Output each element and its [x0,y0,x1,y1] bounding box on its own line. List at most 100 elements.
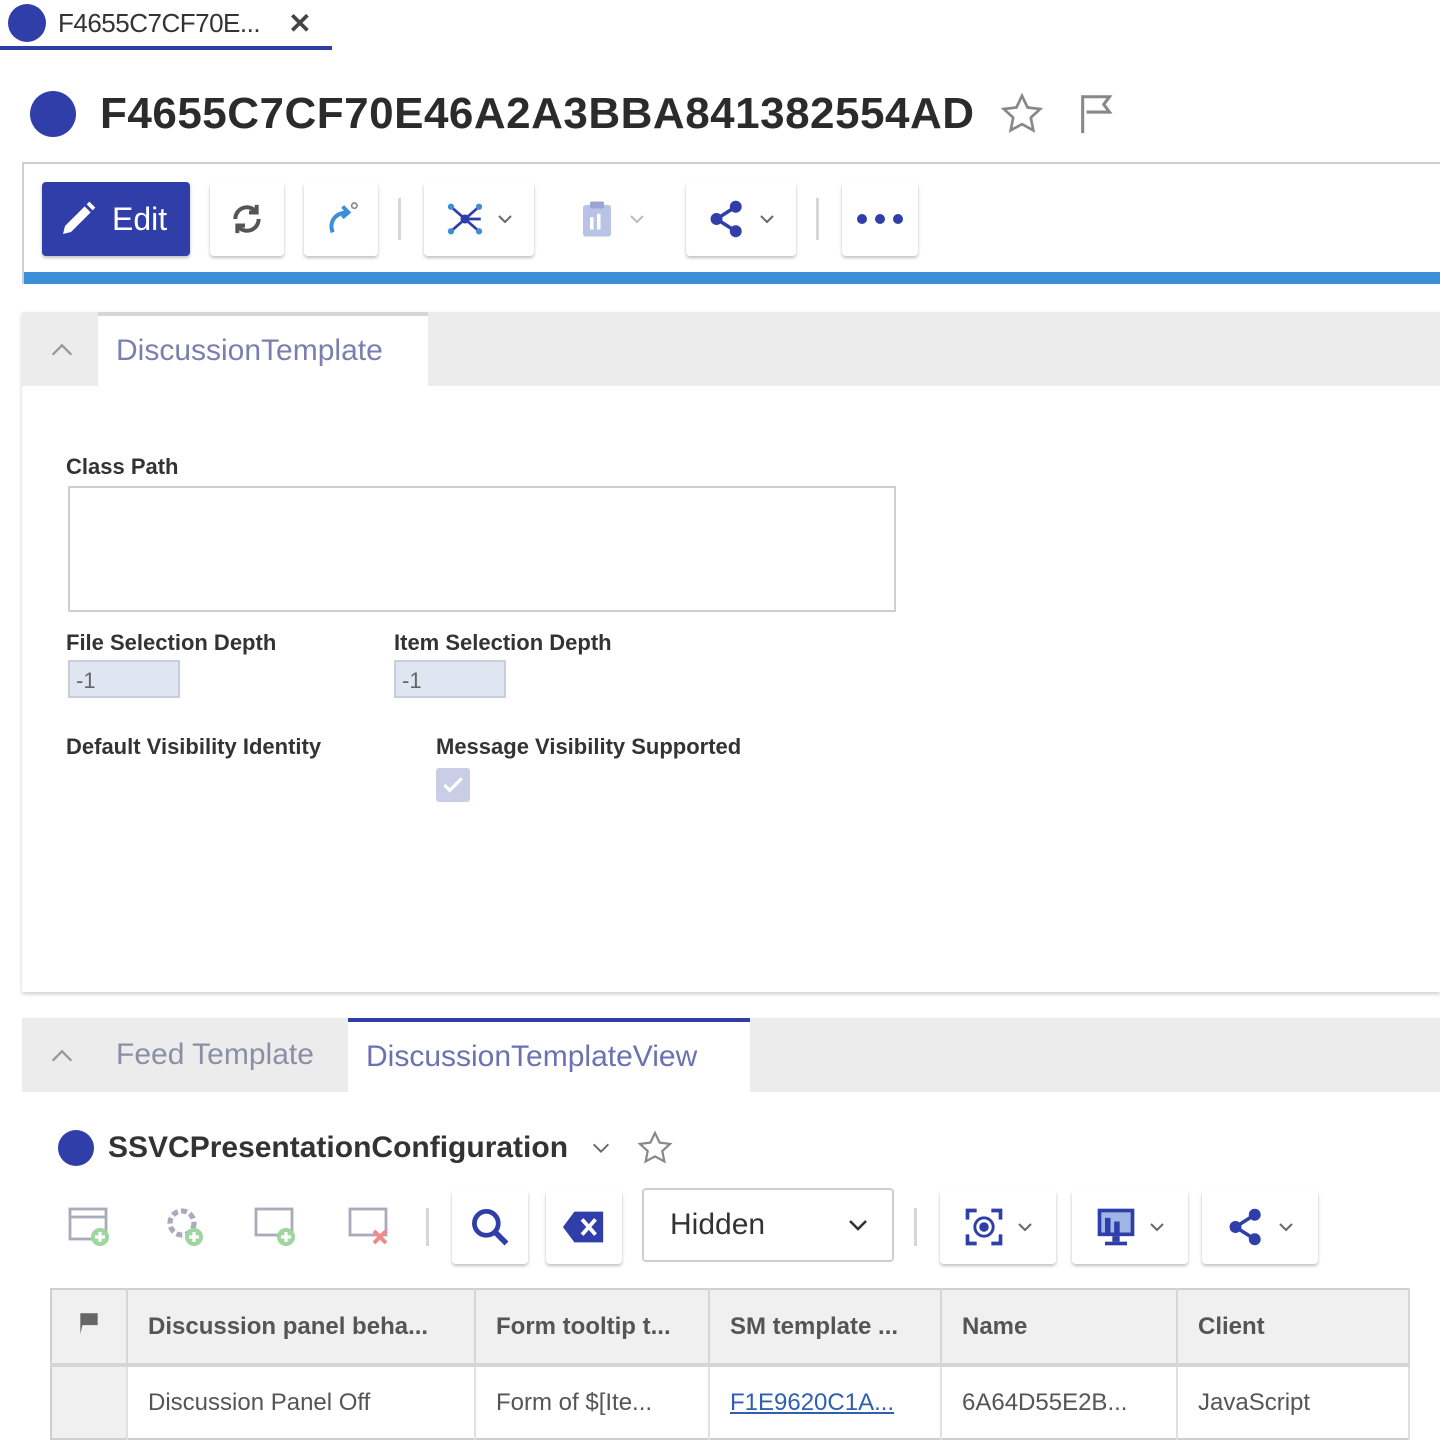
column-header[interactable]: Client [1177,1289,1410,1367]
toolbar-accent-bar [24,272,1440,284]
chevron-down-icon [849,1220,867,1231]
table-title: SSVCPresentationConfiguration [108,1131,569,1164]
network-icon [447,203,483,235]
item-selection-depth-label: Item Selection Depth [394,630,612,655]
relations-menu-button[interactable] [424,182,534,256]
column-header[interactable]: Name [941,1289,1178,1367]
file-selection-depth-label: File Selection Depth [66,630,277,655]
checkmark-icon [443,777,463,793]
gear-add-icon [167,1208,203,1246]
pencil-icon [63,201,96,234]
chevron-down-icon[interactable] [590,1137,612,1159]
add-window-icon [254,1207,295,1246]
redo-button[interactable] [304,182,378,256]
monitor-icon [1097,1208,1135,1246]
chevron-down-icon [1018,1223,1032,1232]
configuration-table: Discussion panel beha... Form tooltip t.… [50,1288,1410,1440]
tab-discussion-template-view[interactable]: DiscussionTemplateView [348,1018,750,1092]
tab-discussion-template[interactable]: DiscussionTemplate [98,312,428,386]
toolbar-separator [426,1208,429,1246]
table-cell: Form of $[Ite... [475,1365,710,1439]
object-type-icon [58,1130,94,1166]
file-selection-depth-field[interactable]: -1 [68,660,180,698]
refresh-icon [233,204,261,234]
tab-feed-template[interactable]: Feed Template [98,1018,332,1092]
table-cell-link[interactable]: F1E9620C1A... [709,1365,942,1439]
add-row-button[interactable] [58,1190,122,1260]
chevron-down-icon [630,215,644,224]
document-tab[interactable]: F4655C7CF70E... ✕ [0,0,332,50]
tab-label: Feed Template [116,1038,314,1071]
edit-button-label: Edit [112,200,168,237]
search-button[interactable] [452,1190,528,1264]
table-cell: JavaScript [1177,1365,1410,1439]
share-menu-button[interactable] [1202,1190,1318,1264]
chevron-up-icon[interactable] [48,1042,76,1070]
flag-column-header[interactable] [51,1289,128,1367]
tab-label: DiscussionTemplate [116,334,383,367]
column-header[interactable]: SM template ... [709,1289,942,1367]
capture-menu-button[interactable] [940,1190,1056,1264]
chevron-down-icon [760,215,774,224]
feed-template-panel: Feed Template DiscussionTemplateView SSV… [22,1018,1440,1455]
item-selection-depth-field[interactable]: -1 [394,660,506,698]
column-header[interactable]: Form tooltip t... [475,1289,710,1367]
curved-arrow-icon [329,202,358,234]
table-row[interactable]: Discussion Panel Off Form of $[Ite... F1… [51,1365,1410,1439]
class-path-field[interactable] [68,486,896,612]
search-icon [472,1209,509,1246]
clipboard-menu-button[interactable] [556,182,666,256]
object-type-icon [8,4,46,42]
table-header: SSVCPresentationConfiguration [58,1126,674,1170]
class-path-label: Class Path [66,454,179,479]
chevron-down-icon [1279,1223,1293,1232]
backspace-icon [562,1211,604,1243]
table-cell: 6A64D55E2B... [941,1365,1178,1439]
more-options-button[interactable] [842,182,918,256]
chevron-up-icon[interactable] [48,336,76,364]
page-header: F4655C7CF70E46A2A3BBA841382554AD [30,84,1121,144]
favorite-star-icon[interactable] [636,1129,674,1167]
column-header[interactable]: Discussion panel beha... [127,1289,476,1367]
edit-button[interactable]: Edit [42,182,190,256]
share-icon [710,200,742,238]
close-icon[interactable]: ✕ [288,7,311,40]
message-visibility-checkbox[interactable] [436,768,470,802]
discussion-template-panel: DiscussionTemplate Class Path File Selec… [22,312,1440,992]
section-tab-bar: Feed Template DiscussionTemplateView [22,1018,1440,1092]
add-config-button[interactable] [152,1190,216,1260]
toolbar-separator [816,198,819,240]
toolbar-separator [914,1208,917,1246]
main-toolbar: Edit [22,162,1440,284]
chevron-down-icon [1150,1223,1164,1232]
more-horizontal-icon [857,214,903,224]
delete-row-button[interactable] [338,1190,402,1260]
share-menu-button[interactable] [686,182,796,256]
add-table-icon [68,1207,109,1246]
focus-target-icon [965,1208,1003,1246]
visibility-filter-select[interactable]: Hidden [642,1188,894,1262]
refresh-button[interactable] [210,182,284,256]
document-tab-title: F4655C7CF70E... [58,7,261,38]
delete-window-icon [348,1207,388,1245]
clipboard-icon [583,201,611,237]
toolbar-separator [398,198,401,240]
share-icon [1229,1208,1261,1246]
table-cell: Discussion Panel Off [127,1365,476,1439]
favorite-star-icon[interactable] [999,91,1045,137]
default-visibility-identity-label: Default Visibility Identity [66,734,322,759]
flag-icon[interactable] [1075,91,1121,137]
display-menu-button[interactable] [1072,1190,1188,1264]
flag-icon [80,1313,98,1334]
visibility-filter-value: Hidden [670,1208,766,1241]
section-tab-bar: DiscussionTemplate [22,312,1440,386]
message-visibility-supported-label: Message Visibility Supported [436,734,742,759]
chevron-down-icon [498,215,512,224]
tab-label: DiscussionTemplateView [366,1040,698,1073]
table-header-row: Discussion panel beha... Form tooltip t.… [51,1289,1410,1367]
clear-filter-button[interactable] [546,1190,622,1264]
page-title: F4655C7CF70E46A2A3BBA841382554AD [100,89,975,138]
object-type-icon [30,91,76,137]
row-flag-cell[interactable] [51,1365,128,1439]
add-view-button[interactable] [244,1190,308,1260]
